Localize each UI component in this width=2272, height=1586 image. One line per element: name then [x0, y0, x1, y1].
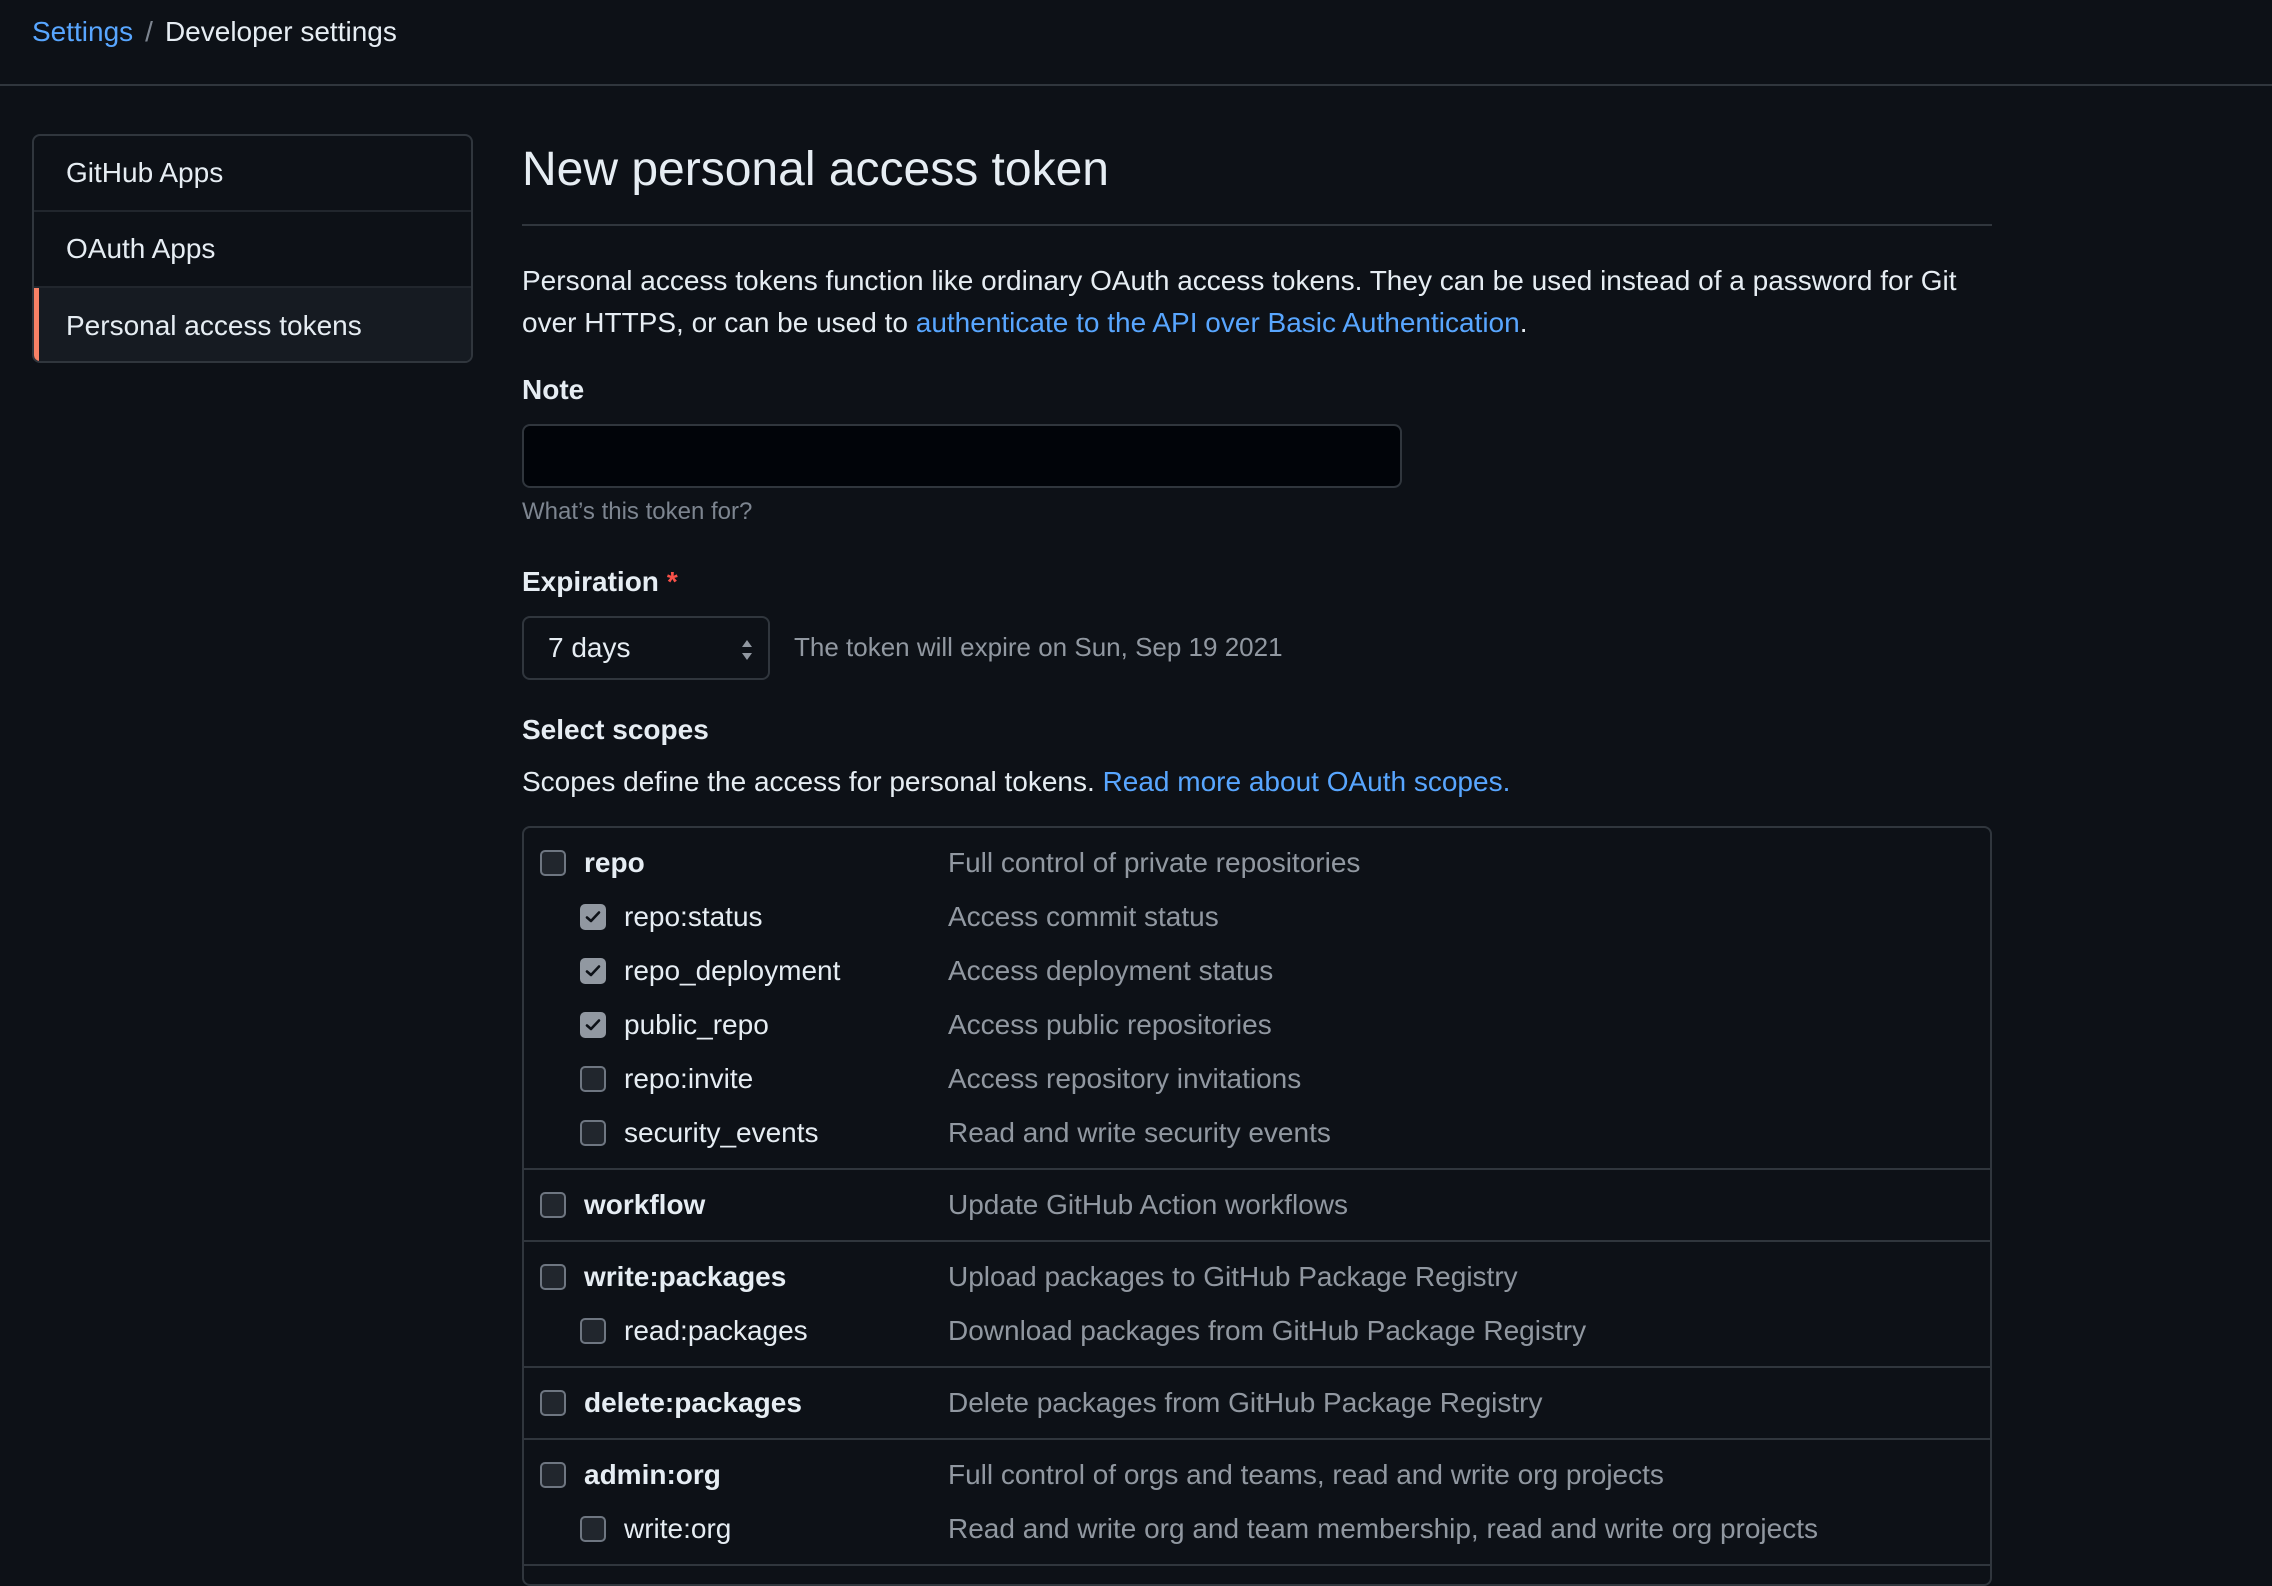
- sidebar-item-label: OAuth Apps: [66, 233, 216, 264]
- expiration-selected-value: 7 days: [548, 632, 631, 663]
- scope-row: repo_deployment Access deployment status: [524, 944, 1990, 998]
- scope-description: Read and write security events: [948, 1117, 1331, 1148]
- scope-name: workflow: [584, 1189, 706, 1220]
- sidebar-item-label: Personal access tokens: [66, 310, 362, 341]
- scope-checkbox[interactable]: [540, 1264, 566, 1290]
- intro-end: .: [1519, 307, 1528, 338]
- scope-row: write:org Read and write org and team mem…: [524, 1502, 1990, 1556]
- scope-checkbox[interactable]: [580, 1012, 606, 1038]
- scope-checkbox[interactable]: [540, 1192, 566, 1218]
- scope-description: Access deployment status: [948, 955, 1274, 986]
- scopes-description: Scopes define the access for personal to…: [522, 766, 1510, 798]
- scope-row: delete:packages Delete packages from GitH…: [524, 1376, 1990, 1430]
- scope-name: repo:invite: [624, 1063, 754, 1094]
- scopes-list: repo Full control of private repositories…: [522, 826, 1992, 1586]
- scope-checkbox[interactable]: [580, 904, 606, 930]
- note-label: Note: [522, 374, 585, 405]
- scopes-desc-text: Scopes define the access for personal to…: [522, 766, 1103, 797]
- scope-checkbox[interactable]: [540, 1390, 566, 1416]
- scope-group: delete:packages Delete packages from GitH…: [524, 1368, 1990, 1440]
- scope-name: delete:packages: [584, 1387, 802, 1418]
- top-bar: Settings / Developer settings: [0, 0, 2272, 86]
- scope-name: write:packages: [584, 1261, 787, 1292]
- check-icon: [585, 965, 601, 977]
- oauth-scopes-link[interactable]: Read more about OAuth scopes.: [1103, 766, 1511, 797]
- note-hint: What’s this token for?: [522, 498, 753, 525]
- scope-name: write:org: [624, 1513, 732, 1544]
- scopes-label: Select scopes: [522, 714, 709, 745]
- scope-row: public_repo Access public repositories: [524, 998, 1990, 1052]
- sidebar-item-github-apps[interactable]: GitHub Apps: [34, 136, 471, 212]
- sidebar-item-personal-access-tokens[interactable]: Personal access tokens: [34, 288, 471, 361]
- breadcrumb: Settings / Developer settings: [32, 14, 397, 50]
- scope-name: read:packages: [624, 1315, 808, 1346]
- breadcrumb-settings-link[interactable]: Settings: [32, 14, 133, 50]
- page-title: New personal access token: [522, 134, 1992, 226]
- required-mark: *: [666, 566, 678, 597]
- breadcrumb-current: Developer settings: [164, 16, 397, 47]
- main-content: New personal access token Personal acces…: [522, 134, 1992, 1586]
- scope-row: repo Full control of private repositories: [524, 836, 1990, 890]
- scope-row: read:packages Download packages from GitH…: [524, 1304, 1990, 1358]
- scope-checkbox[interactable]: [580, 958, 606, 984]
- scope-checkbox[interactable]: [580, 1516, 606, 1542]
- scope-checkbox[interactable]: [580, 1120, 606, 1146]
- scope-row: admin:org Full control of orgs and teams,…: [524, 1448, 1990, 1502]
- scope-name: repo:status: [624, 901, 763, 932]
- scope-description: Read and write org and team membership, …: [948, 1513, 1818, 1544]
- scope-description: Upload packages to GitHub Package Regist…: [948, 1261, 1518, 1292]
- scope-description: Download packages from GitHub Package Re…: [948, 1315, 1587, 1346]
- sidebar-nav: GitHub Apps OAuth Apps Personal access t…: [32, 134, 473, 363]
- intro-paragraph: Personal access tokens function like ord…: [522, 260, 1992, 344]
- scope-row: workflow Update GitHub Action workflows: [524, 1178, 1990, 1232]
- scope-name: admin:org: [584, 1459, 721, 1490]
- scope-name: repo_deployment: [624, 955, 841, 986]
- scope-row: repo:status Access commit status: [524, 890, 1990, 944]
- scope-row: write:packages Upload packages to GitHub …: [524, 1250, 1990, 1304]
- scope-description: Update GitHub Action workflows: [948, 1189, 1348, 1220]
- scope-description: Delete packages from GitHub Package Regi…: [948, 1387, 1543, 1418]
- check-icon: [585, 911, 601, 923]
- sidebar-item-label: GitHub Apps: [66, 157, 224, 188]
- scope-checkbox[interactable]: [580, 1066, 606, 1092]
- scope-checkbox[interactable]: [580, 1318, 606, 1344]
- scope-name: security_events: [624, 1117, 819, 1148]
- scope-description: Access repository invitations: [948, 1063, 1302, 1094]
- expiration-label: Expiration *: [522, 566, 678, 598]
- check-icon: [585, 1019, 601, 1031]
- basic-auth-link[interactable]: authenticate to the API over Basic Authe…: [916, 307, 1520, 338]
- expiration-note: The token will expire on Sun, Sep 19 202…: [794, 632, 1283, 662]
- sidebar-item-oauth-apps[interactable]: OAuth Apps: [34, 212, 471, 288]
- scope-group: repo Full control of private repositories…: [524, 828, 1990, 1170]
- breadcrumb-separator: /: [145, 16, 153, 47]
- scope-group: admin:org Full control of orgs and teams,…: [524, 1440, 1990, 1566]
- scope-name: public_repo: [624, 1009, 769, 1040]
- scope-name: repo: [584, 847, 645, 878]
- scope-checkbox[interactable]: [540, 850, 566, 876]
- scope-description: Access public repositories: [948, 1009, 1272, 1040]
- scope-row: repo:invite Access repository invitations: [524, 1052, 1990, 1106]
- scope-row: security_events Read and write security e…: [524, 1106, 1990, 1160]
- scope-description: Full control of private repositories: [948, 847, 1361, 878]
- scope-group: write:packages Upload packages to GitHub …: [524, 1242, 1990, 1368]
- scope-group: workflow Update GitHub Action workflows: [524, 1170, 1990, 1242]
- expiration-select[interactable]: 7 days: [522, 616, 770, 680]
- scope-checkbox[interactable]: [540, 1462, 566, 1488]
- scope-description: Full control of orgs and teams, read and…: [948, 1459, 1664, 1490]
- scope-description: Access commit status: [948, 901, 1219, 932]
- note-input[interactable]: [522, 424, 1402, 488]
- expiration-label-text: Expiration: [522, 566, 659, 597]
- select-arrows-icon: [742, 640, 752, 660]
